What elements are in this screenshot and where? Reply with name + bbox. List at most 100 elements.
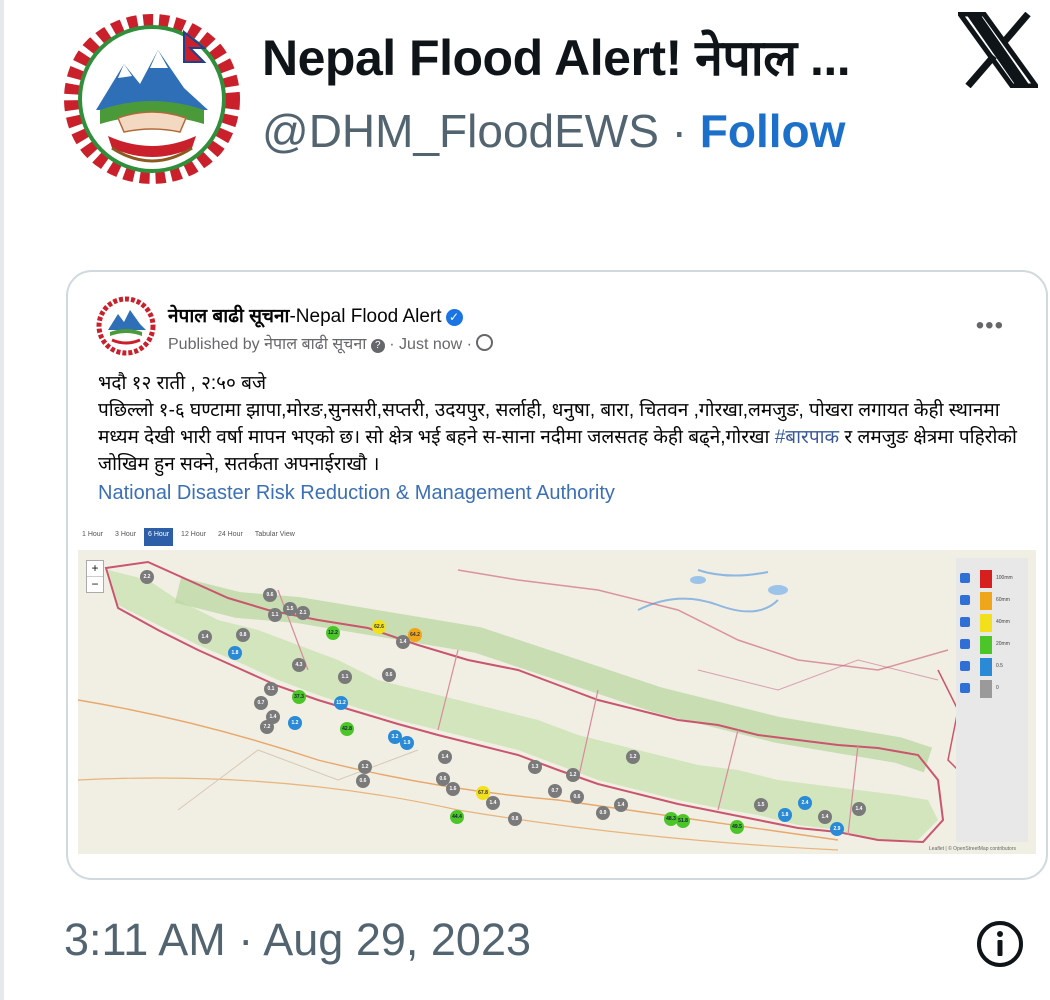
- globe-icon: [476, 334, 494, 351]
- legend-checkbox[interactable]: [960, 573, 970, 583]
- map-tab-1[interactable]: 3 Hour: [111, 528, 140, 546]
- published-by[interactable]: नेपाल बाढी सूचना: [264, 336, 366, 353]
- station-marker[interactable]: 0.6: [382, 668, 396, 682]
- tweet-timestamp[interactable]: 3:11 AM · Aug 29, 2023: [64, 914, 531, 966]
- station-marker[interactable]: 0.6: [263, 588, 277, 602]
- map-tab-5[interactable]: Tabular View: [251, 528, 299, 546]
- profile-avatar[interactable]: [62, 14, 242, 184]
- station-marker[interactable]: 1.1: [338, 670, 352, 684]
- station-marker[interactable]: 2.1: [296, 606, 310, 620]
- station-marker[interactable]: 62.6: [372, 620, 386, 634]
- station-marker[interactable]: 1.8: [778, 808, 792, 822]
- station-marker[interactable]: 51.8: [676, 814, 690, 828]
- station-marker[interactable]: 44.4: [450, 810, 464, 824]
- legend-checkbox[interactable]: [960, 683, 970, 693]
- station-marker[interactable]: 64.2: [408, 628, 422, 642]
- station-marker[interactable]: 2.9: [830, 822, 844, 836]
- legend-label: 40mm: [996, 619, 1010, 625]
- zoom-in-button[interactable]: +: [87, 561, 103, 576]
- map-background: [78, 550, 1036, 854]
- legend-swatch: [980, 636, 992, 654]
- ndrrma-link[interactable]: National Disaster Risk Reduction & Manag…: [98, 480, 1028, 507]
- nepal-emblem-icon: [64, 14, 240, 184]
- map-tab-4[interactable]: 24 Hour: [214, 528, 247, 546]
- station-marker[interactable]: 1.4: [852, 802, 866, 816]
- station-marker[interactable]: 7.2: [260, 720, 274, 734]
- map-tab-0[interactable]: 1 Hour: [78, 528, 107, 546]
- station-marker[interactable]: 2.2: [140, 570, 154, 584]
- x-logo-icon[interactable]: [955, 11, 1041, 89]
- embedded-post-card[interactable]: नेपाल बाढी सूचना-Nepal Flood Alert ✓ Publ…: [66, 270, 1048, 880]
- station-marker[interactable]: 1.4: [818, 810, 832, 824]
- station-marker[interactable]: 42.8: [340, 722, 354, 736]
- station-marker[interactable]: 11.2: [334, 696, 348, 710]
- station-marker[interactable]: 1.5: [283, 602, 297, 616]
- published-prefix: Published by: [168, 336, 260, 353]
- hashtag-link[interactable]: #बारपाक: [775, 427, 839, 448]
- station-marker[interactable]: 1.4: [486, 796, 500, 810]
- display-name[interactable]: Nepal Flood Alert! नेपाल ...: [262, 22, 851, 90]
- station-marker[interactable]: 0.7: [548, 784, 562, 798]
- station-marker[interactable]: 1.4: [614, 798, 628, 812]
- map-tab-3[interactable]: 12 Hour: [177, 528, 210, 546]
- legend-row: 0.5: [960, 658, 1026, 676]
- more-options-icon[interactable]: •••: [976, 312, 1004, 340]
- station-marker[interactable]: 0.8: [508, 812, 522, 826]
- station-marker[interactable]: 0.9: [596, 806, 610, 820]
- station-marker[interactable]: 1.9: [400, 736, 414, 750]
- station-marker[interactable]: 1.8: [228, 646, 242, 660]
- nepal-emblem-small-icon: [96, 296, 156, 356]
- legend-label: 60mm: [996, 597, 1010, 603]
- post-time[interactable]: · Just now ·: [389, 336, 472, 353]
- station-marker[interactable]: 49.5: [730, 820, 744, 834]
- help-icon: ?: [370, 339, 385, 353]
- legend-row: 0: [960, 680, 1026, 698]
- station-marker[interactable]: 1.5: [754, 798, 768, 812]
- map-tab-2[interactable]: 6 Hour: [144, 528, 174, 546]
- station-marker[interactable]: 4.3: [292, 658, 306, 672]
- zoom-control: + −: [86, 560, 104, 593]
- station-marker[interactable]: 1.2: [288, 716, 302, 730]
- handle-row: @DHM_FloodEWS · Follow: [262, 104, 845, 158]
- station-marker[interactable]: 12.2: [326, 626, 340, 640]
- station-marker[interactable]: 1.4: [438, 750, 452, 764]
- legend-swatch: [980, 592, 992, 610]
- map-attribution[interactable]: Leaflet | © OpenStreetMap contributors: [929, 846, 1016, 852]
- legend-swatch: [980, 614, 992, 632]
- station-marker[interactable]: 0.1: [264, 682, 278, 696]
- station-marker[interactable]: 0.7: [254, 696, 268, 710]
- station-marker[interactable]: 1.3: [528, 760, 542, 774]
- info-icon[interactable]: [976, 920, 1024, 968]
- rainfall-map-image[interactable]: 1 Hour 3 Hour 6 Hour 12 Hour 24 Hour Tabular …: [78, 524, 1036, 854]
- page-name[interactable]: नेपाल बाढी सूचना-Nepal Flood Alert ✓: [168, 302, 463, 328]
- legend-checkbox[interactable]: [960, 595, 970, 605]
- legend-label: 0.5: [996, 663, 1003, 669]
- station-marker[interactable]: 1.6: [446, 782, 460, 796]
- follow-button[interactable]: Follow: [700, 105, 846, 157]
- legend-checkbox[interactable]: [960, 661, 970, 671]
- post-meta: Published by नेपाल बाढी सूचना ? · Just n…: [168, 332, 494, 354]
- map-area[interactable]: + − 2.2 1.4 0.8 1.8 0.6 1.1 1.5 2.1 12.2 62.6 1.4 6…: [78, 550, 1036, 854]
- station-marker[interactable]: 0.6: [570, 790, 584, 804]
- legend-checkbox[interactable]: [960, 639, 970, 649]
- station-marker[interactable]: 1.1: [268, 608, 282, 622]
- station-marker[interactable]: 1.4: [198, 630, 212, 644]
- timeline-divider: [0, 0, 4, 1000]
- station-marker[interactable]: 2.4: [798, 796, 812, 810]
- zoom-out-button[interactable]: −: [87, 576, 103, 592]
- station-marker[interactable]: 1.2: [358, 760, 372, 774]
- legend-row: 100mm: [960, 570, 1026, 588]
- legend-checkbox[interactable]: [960, 617, 970, 627]
- post-body-line1: भदौ १२ राती , २:५० बजे: [98, 373, 267, 394]
- page-avatar[interactable]: [96, 296, 156, 356]
- legend-label: 20mm: [996, 641, 1010, 647]
- station-marker[interactable]: 37.3: [292, 690, 306, 704]
- legend-row: 40mm: [960, 614, 1026, 632]
- post-body-paragraph: पछिल्लो १-६ घण्टामा झापा,मोरङ,सुनसरी,सप्…: [98, 397, 1028, 478]
- station-marker[interactable]: 0.6: [356, 774, 370, 788]
- user-handle[interactable]: @DHM_FloodEWS: [262, 105, 659, 157]
- station-marker[interactable]: 1.2: [626, 750, 640, 764]
- page-name-english: -Nepal Flood Alert: [289, 306, 442, 327]
- station-marker[interactable]: 0.8: [236, 628, 250, 642]
- station-marker[interactable]: 1.2: [566, 768, 580, 782]
